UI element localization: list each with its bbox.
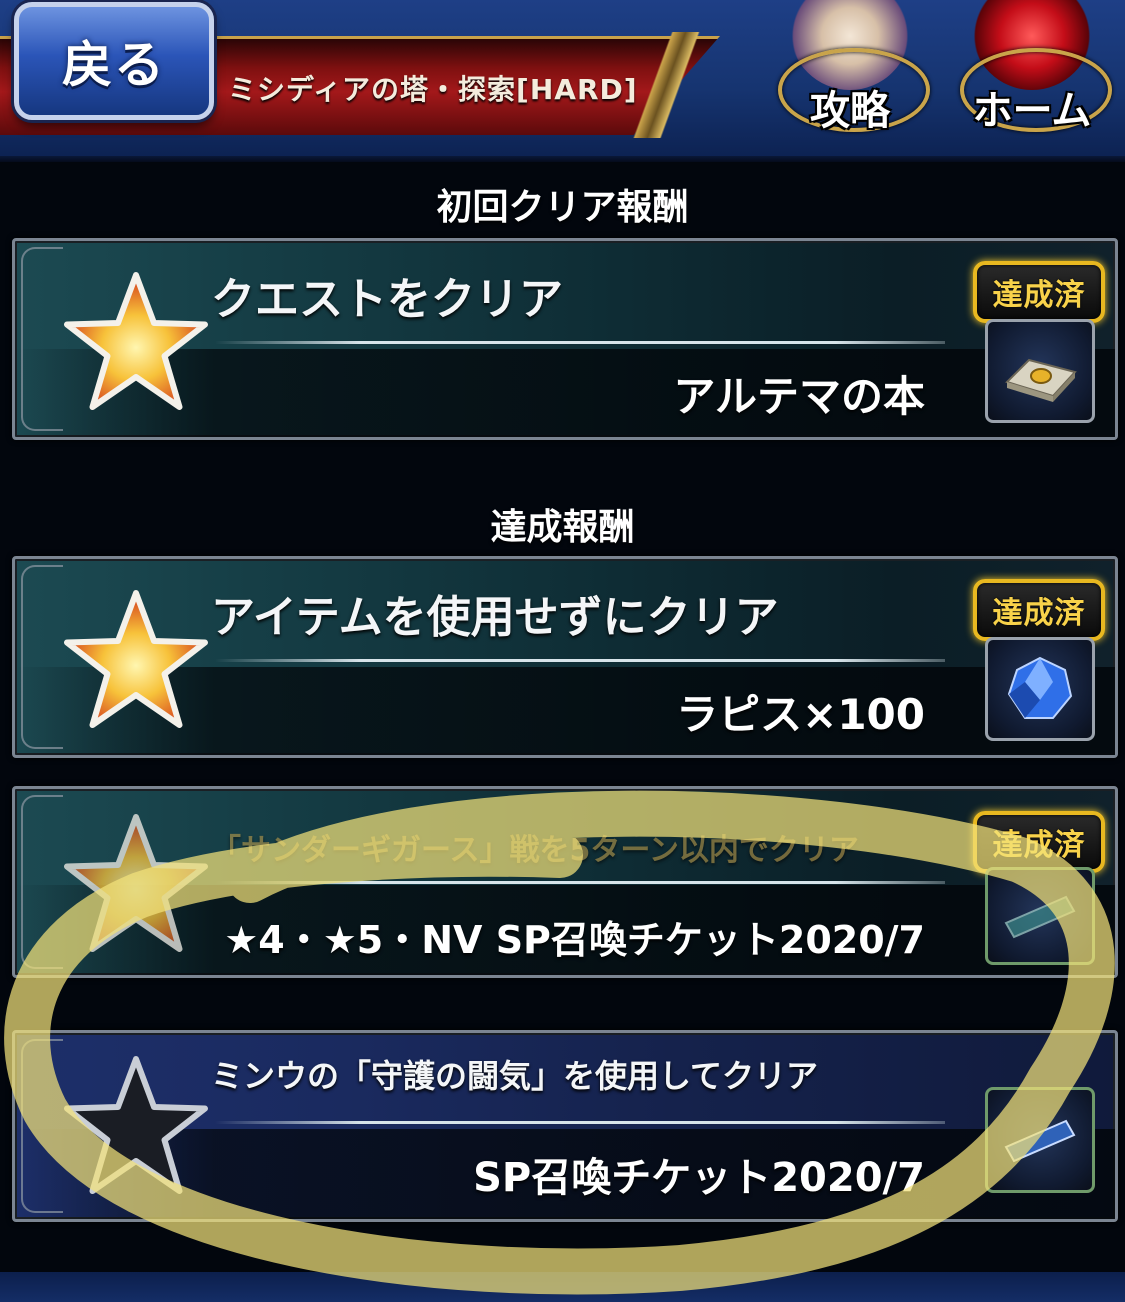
strategy-label: 攻略 (810, 88, 890, 134)
gold-star-icon (64, 590, 208, 728)
reward-icon-box[interactable] (985, 637, 1095, 741)
reward-name: ★4・★5・NV SP召喚チケット2020/7 (224, 918, 925, 962)
ornament (21, 795, 63, 969)
achievement-heading: 達成報酬 (490, 507, 635, 548)
achieved-badge: 達成済 (973, 579, 1105, 641)
reward-icon-box[interactable] (985, 1087, 1095, 1193)
ornament (21, 1039, 63, 1213)
header-bar: 戻る ミシディアの塔・探索[HARD] 攻略 ホーム (0, 0, 1125, 162)
mission-title: 「サンダーギガース」戦を5ターン以内でクリア (211, 833, 859, 868)
reward-name: アルテマの本 (673, 372, 925, 421)
mission-card: クエストをクリア アルテマの本 達成済 (12, 238, 1118, 440)
achieved-badge: 達成済 (973, 261, 1105, 323)
mission-card: 「サンダーギガース」戦を5ターン以内でクリア ★4・★5・NV SP召喚チケット… (12, 786, 1118, 978)
reward-icon-box[interactable] (985, 319, 1095, 423)
strategy-button[interactable]: 攻略 (770, 0, 930, 140)
gold-star-icon (64, 272, 208, 410)
divider (215, 881, 945, 884)
achieved-badge: 達成済 (973, 811, 1105, 873)
bottom-bar (0, 1272, 1125, 1302)
page-title: ミシディアの塔・探索[HARD] (228, 73, 638, 106)
mission-card: アイテムを使用せずにクリア ラピス×100 達成済 (12, 556, 1118, 758)
lapis-crystal-icon (1007, 656, 1073, 719)
mission-card: ミンウの「守護の闘気」を使用してクリア SP召喚チケット2020/7 (12, 1030, 1118, 1222)
mission-title: アイテムを使用せずにクリア (211, 592, 779, 643)
home-button[interactable]: ホーム (952, 0, 1112, 140)
first-clear-heading: 初回クリア報酬 (436, 187, 689, 228)
special-ticket-icon (1004, 895, 1076, 939)
divider (215, 341, 945, 344)
back-button[interactable]: 戻る (14, 2, 214, 120)
reward-name: ラピス×100 (676, 690, 925, 739)
divider (215, 1121, 945, 1124)
mission-title: クエストをクリア (211, 274, 563, 325)
ornament (21, 565, 63, 749)
empty-star-icon (64, 1056, 208, 1194)
special-ticket-icon (1004, 1119, 1076, 1163)
book-icon (1005, 358, 1077, 402)
reward-icon-box[interactable] (985, 867, 1095, 965)
ornament (21, 247, 63, 431)
divider (215, 659, 945, 662)
back-button-label: 戻る (62, 36, 166, 94)
home-label: ホーム (972, 88, 1092, 134)
gold-star-icon (64, 814, 208, 952)
mission-title: ミンウの「守護の闘気」を使用してクリア (211, 1057, 819, 1095)
reward-name: SP召喚チケット2020/7 (473, 1155, 925, 1201)
